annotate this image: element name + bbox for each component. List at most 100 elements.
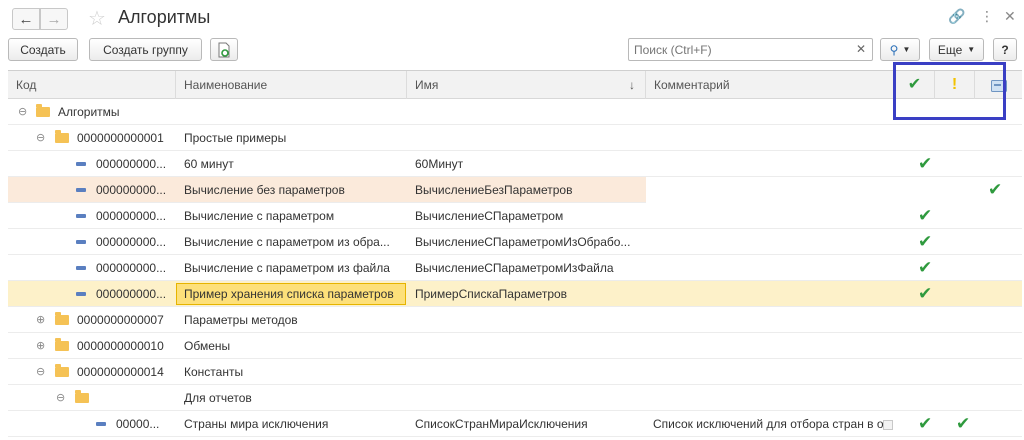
- search-icon: ⚲: [889, 42, 899, 57]
- cell-code: 0000000000010: [77, 339, 164, 353]
- algorithms-table: Код Наименование Имя ↓ Комментарий ✔ ! ⊖…: [8, 70, 1022, 440]
- cell-code: 00000...: [116, 417, 160, 431]
- collapse-icon[interactable]: ⊖: [18, 99, 27, 125]
- cell-id-name: 60Минут: [415, 157, 464, 171]
- table-row[interactable]: 00000... Страны мира исключения СписокСт…: [8, 411, 1022, 437]
- forward-button[interactable]: →: [40, 8, 68, 30]
- table-row[interactable]: ⊕ 0000000000007 Параметры методов: [8, 307, 1022, 333]
- item-icon: [76, 214, 86, 218]
- table-row[interactable]: 000000000... Вычисление без параметров В…: [8, 177, 1022, 203]
- create-button[interactable]: Создать: [8, 38, 78, 61]
- arrow-right-icon: →: [46, 10, 62, 28]
- cell-id-name: ВычислениеСПараметром: [415, 209, 564, 223]
- table-row[interactable]: 000000000... 60 минут 60Минут ✔: [8, 151, 1022, 177]
- table-row[interactable]: ⊕ 0000000000010 Обмены: [8, 333, 1022, 359]
- cell-code: 0000000000001: [77, 131, 164, 145]
- check-icon: ✔: [918, 154, 933, 173]
- column-id-name[interactable]: Имя ↓: [407, 71, 646, 99]
- cell-code: 0000000000014: [77, 365, 164, 379]
- sort-down-icon: ↓: [629, 78, 635, 92]
- cell-name: Константы: [184, 365, 244, 379]
- item-icon: [76, 188, 86, 192]
- link-icon[interactable]: 🔗: [948, 8, 965, 25]
- table-row[interactable]: ⊖ 0000000000001 Простые примеры: [8, 125, 1022, 151]
- create-group-button[interactable]: Создать группу: [89, 38, 202, 61]
- table-row[interactable]: 000000000... Вычисление с параметром из …: [8, 255, 1022, 281]
- more-label: Еще: [937, 42, 963, 57]
- column-id-name-label: Имя: [415, 78, 439, 92]
- collapse-icon[interactable]: ⊖: [36, 359, 45, 385]
- comment-cell-bg: [646, 177, 1022, 203]
- item-icon: [96, 422, 106, 426]
- cell-id-name: ПримерСпискаПараметров: [415, 287, 568, 301]
- folder-icon: [55, 364, 69, 377]
- column-comment[interactable]: Комментарий: [646, 71, 895, 99]
- expand-icon[interactable]: ⊕: [36, 333, 45, 359]
- search-options-button[interactable]: ⚲ ▼: [880, 38, 920, 61]
- close-icon[interactable]: ✕: [1004, 8, 1016, 25]
- star-icon[interactable]: ☆: [88, 6, 106, 31]
- check-icon: ✔: [918, 284, 933, 303]
- cell-id-name: СписокСтранМираИсключения: [415, 417, 588, 431]
- table-row[interactable]: ⊖ 0000000000014 Константы: [8, 359, 1022, 385]
- copy-settings-button[interactable]: [210, 38, 238, 61]
- item-icon: [76, 240, 86, 244]
- cell-name[interactable]: Пример хранения списка параметров: [184, 281, 404, 307]
- cell-code: 0000000000007: [77, 313, 164, 327]
- cell-code: 000000000...: [96, 261, 167, 275]
- cell-name: Обмены: [184, 339, 231, 353]
- item-icon: [76, 292, 86, 296]
- table-header: Код Наименование Имя ↓ Комментарий ✔ !: [8, 71, 1022, 99]
- column-name[interactable]: Наименование: [176, 71, 407, 99]
- cell-code: 000000000...: [96, 157, 167, 171]
- more-button[interactable]: Еще ▼: [929, 38, 984, 61]
- back-button[interactable]: ←: [12, 8, 40, 30]
- cell-code: 000000000...: [96, 183, 167, 197]
- check-icon: ✔: [918, 232, 933, 251]
- window-title: Алгоритмы: [118, 7, 211, 27]
- cell-name: Для отчетов: [184, 391, 252, 405]
- cell-name: Параметры методов: [184, 313, 298, 327]
- highlight-frame: [893, 62, 1006, 120]
- cell-name: Вычисление с параметром из файла: [184, 261, 390, 275]
- cell-name: Простые примеры: [184, 131, 287, 145]
- cell-code: 000000000...: [96, 287, 167, 301]
- arrow-left-icon: ←: [18, 10, 34, 28]
- search-field[interactable]: ✕: [628, 38, 873, 61]
- table-row[interactable]: 000000000... Вычисление с параметром Выч…: [8, 203, 1022, 229]
- table-row[interactable]: ⊖ Алгоритмы: [8, 99, 1022, 125]
- collapse-icon[interactable]: ⊖: [56, 385, 65, 411]
- collapse-icon[interactable]: ⊖: [36, 125, 45, 151]
- clear-search-icon[interactable]: ✕: [856, 42, 866, 56]
- table-row[interactable]: ⊖ Для отчетов: [8, 385, 1022, 411]
- folder-icon: [75, 390, 89, 403]
- check-icon: ✔: [988, 180, 1003, 199]
- cell-code: 000000000...: [96, 209, 167, 223]
- folder-icon: [55, 130, 69, 143]
- table-row-selected[interactable]: 000000000... Пример хранения списка пара…: [8, 281, 1022, 307]
- chevron-down-icon: ▼: [967, 45, 976, 54]
- chevron-down-icon: ▼: [902, 45, 911, 54]
- cell-code: Алгоритмы: [58, 105, 120, 119]
- cell-id-name: ВычислениеСПараметромИзФайла: [415, 261, 614, 275]
- vertical-dots-icon[interactable]: ⋮: [980, 8, 994, 25]
- comment-marker-icon: [883, 420, 893, 430]
- cell-comment: Список исключений для отбора стран в о..…: [653, 417, 885, 431]
- folder-icon: [36, 104, 50, 117]
- help-button[interactable]: ?: [993, 38, 1017, 61]
- table-row[interactable]: 000000000... Вычисление с параметром из …: [8, 229, 1022, 255]
- cell-id-name: ВычислениеБезПараметров: [415, 183, 573, 197]
- cell-name: Вычисление с параметром: [184, 209, 335, 223]
- expand-icon[interactable]: ⊕: [36, 307, 45, 333]
- column-code[interactable]: Код: [8, 71, 176, 99]
- search-input[interactable]: [629, 39, 849, 60]
- cell-code: [97, 385, 176, 411]
- cell-code: 000000000...: [96, 235, 167, 249]
- cell-name: Вычисление без параметров: [184, 183, 345, 197]
- item-icon: [76, 266, 86, 270]
- check-icon: ✔: [918, 206, 933, 225]
- cell-id-name: ВычислениеСПараметромИзОбрабо...: [415, 235, 631, 249]
- check-icon: ✔: [956, 414, 971, 433]
- folder-icon: [55, 312, 69, 325]
- command-bar: Создать Создать группу ✕ ⚲ ▼ Еще ▼ ?: [0, 38, 1024, 64]
